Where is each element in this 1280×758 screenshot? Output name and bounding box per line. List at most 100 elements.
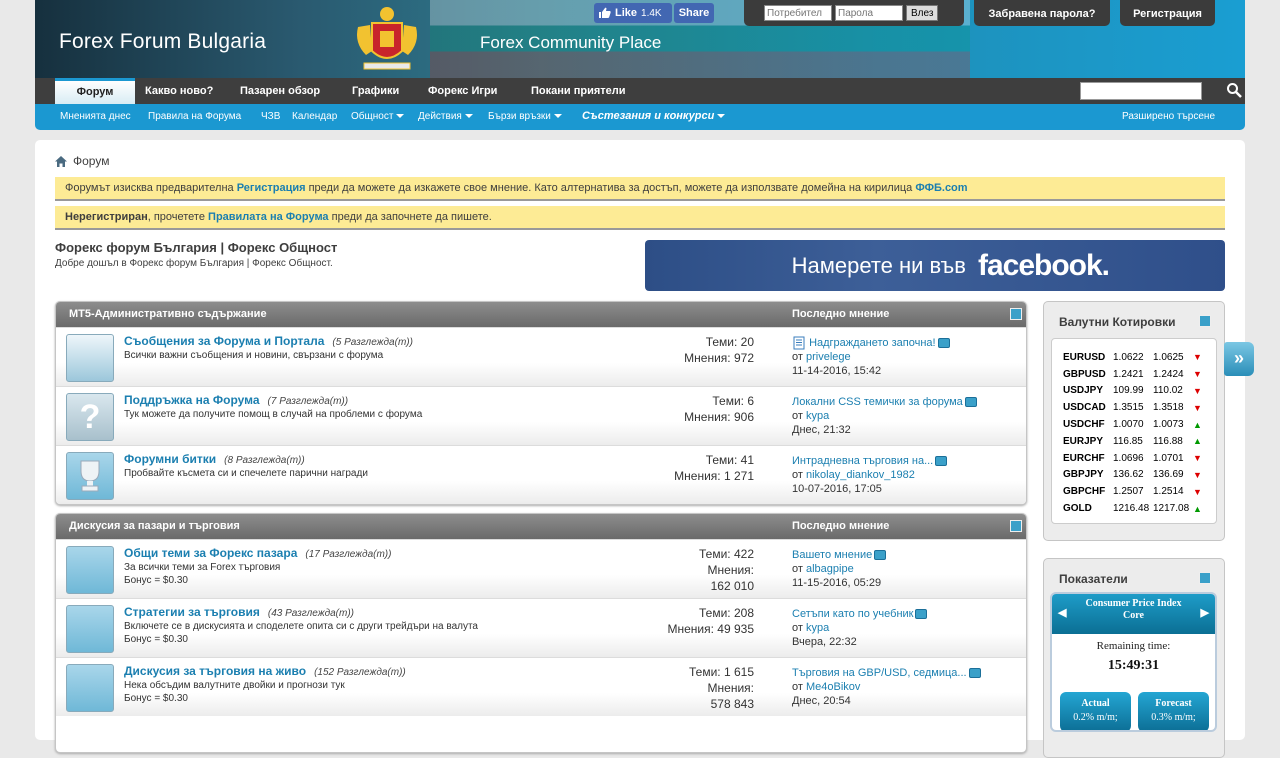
subnav-community[interactable]: Общност [351,111,405,122]
search-input[interactable] [1080,82,1202,100]
forum-title-link[interactable]: Съобщения за Форума и Портала (5 Разглежд… [124,334,413,348]
forgot-password-button[interactable]: Забравена парола? [974,0,1110,26]
tab-market-review[interactable]: Пазарен обзор [240,78,320,104]
subnav-calendar[interactable]: Календар [292,111,337,122]
register-button[interactable]: Регистрация [1120,0,1215,26]
thread-count: Теми: 6 [712,394,754,408]
tab-whats-new[interactable]: Какво ново? [145,78,213,104]
post-count-value: 162 010 [710,579,754,593]
last-post-user[interactable]: albagpipe [806,563,854,575]
quote-ask: 1.3518 [1153,402,1184,414]
last-post-title[interactable]: Интрадневна търговия на... [792,455,933,467]
subnav-faq[interactable]: ЧЗВ [261,111,280,122]
last-post-user[interactable]: kypa [806,622,829,634]
home-icon[interactable] [55,155,67,167]
search-icon[interactable] [1226,82,1242,98]
last-post-title[interactable]: Вашето мнение [792,549,872,561]
forum-title-link[interactable]: Дискусия за търговия на живо (152 Разглеж… [124,664,406,678]
forum-description: Нека обсъдим валутните двойки и прогнози… [124,680,345,691]
go-to-post-icon[interactable] [937,338,950,349]
quote-row: GBPJPY 136.62 136.69 ▼ [1063,467,1210,484]
actual-box[interactable]: Actual 0.2% m/m; [1060,692,1131,730]
last-post-user[interactable]: nikolay_diankov_1982 [806,469,915,481]
collapse-icon[interactable] [1199,315,1211,327]
quote-symbol: GBPUSD [1063,368,1106,380]
forum-title-link[interactable]: Общи теми за Форекс пазара (17 Разглежда(… [124,546,391,560]
quote-row: GBPCHF 1.2507 1.2514 ▼ [1063,483,1210,500]
subnav-label: Календар [292,111,338,122]
fb-like-button[interactable]: Like 1.4K [594,3,672,23]
quote-row: EURCHF 1.0696 1.0701 ▼ [1063,450,1210,467]
subnav-todays-posts[interactable]: Мненията днес [60,111,131,122]
register-link[interactable]: Регистрация [237,182,306,194]
site-subtitle: Forex Community Place [480,33,662,52]
widget-title: Валутни Котировки [1059,315,1176,329]
collapse-icon[interactable] [1199,572,1211,584]
subnav-label: Състезания и конкурси [582,110,715,122]
collapse-icon[interactable] [1010,520,1022,532]
go-to-post-icon[interactable] [964,397,977,408]
last-post-user[interactable]: Me4oBikov [806,681,860,693]
quote-symbol: EURJPY [1063,435,1104,447]
forum-title-link[interactable]: Стратегии за търговия (43 Разглежда(т)) [124,605,354,619]
last-post-title[interactable]: Локални CSS темички за форума [792,396,963,408]
forecast-box[interactable]: Forecast 0.3% m/m; [1138,692,1209,730]
last-post: Вашето мнение от albagpipe 11-15-2016, 0… [792,548,887,590]
indicator-header: ◀ Consumer Price Index Core ▶ [1052,594,1215,634]
subnav-contests[interactable]: Състезания и конкурси [582,110,726,122]
tab-charts[interactable]: Графики [352,78,399,104]
forum-name: Съобщения за Форума и Портала [124,334,325,348]
subnav-actions[interactable]: Действия [418,111,473,122]
tab-forex-games[interactable]: Форекс Игри [428,78,497,104]
go-to-post-icon[interactable] [874,550,887,561]
quote-row: USDCHF 1.0070 1.0073 ▲ [1063,416,1210,433]
breadcrumb-forum[interactable]: Форум [73,154,109,168]
remaining-label: Remaining time: [1096,640,1171,652]
trophy-icon [66,452,114,500]
by-label: от [792,351,806,364]
forum-stats: Теми: 208 Мнения: 49 935 [668,605,755,637]
go-to-post-icon[interactable] [915,609,928,620]
by-label: от [792,410,806,422]
page-title: Форекс форум България | Форекс Общност [55,240,338,255]
last-post-header: Последно мнение [792,520,890,532]
last-post-title[interactable]: Търговия на GBP/USD, седмица... [792,667,967,679]
go-to-post-icon[interactable] [968,668,981,679]
prev-arrow-icon[interactable]: ◀ [1058,606,1066,619]
category-title[interactable]: MT5-Административно съдържание [69,308,267,320]
forum-title-link[interactable]: Поддръжка на Форума (7 Разглежда(т)) [124,393,348,407]
category-title[interactable]: Дискусия за пазари и търговия [69,520,240,532]
login-button[interactable]: Влез [906,5,939,21]
last-post-user[interactable]: privelege [806,351,851,363]
next-arrow-icon[interactable]: ▶ [1201,606,1209,619]
last-post-title[interactable]: Сетъпи като по учебник [792,608,913,620]
advanced-search-link[interactable]: Разширено търсене [1122,111,1215,122]
tab-invite-friends[interactable]: Покани приятели [531,78,626,104]
last-post-user[interactable]: kypa [806,410,829,422]
forum-title-link[interactable]: Форумни битки (8 Разглежда(т)) [124,452,305,466]
fb-share-button[interactable]: Share [674,3,714,23]
arrow-down-icon: ▼ [1193,369,1202,380]
main-content: Форум Форумът изисква предварителна Реги… [35,140,1245,758]
go-to-post-icon[interactable] [935,456,948,467]
notice-unregistered: Нерегистриран [65,211,148,223]
sidebar-toggle-icon[interactable]: » [1224,342,1254,376]
forum-description: Всички важни съобщения и новини, свързан… [124,350,384,361]
facebook-banner[interactable]: Намерете ни във facebook. [645,240,1225,291]
forum-row: Дискусия за търговия на живо (152 Разглеж… [56,657,1026,716]
forum-stats: Теми: 6 Мнения: 906 [684,393,754,425]
quote-ask: 1.0701 [1153,452,1184,464]
username-input[interactable] [764,5,832,21]
site-title[interactable]: Forex Forum Bulgaria [59,30,266,54]
forum-rules-link[interactable]: Правилата на Форума [208,211,329,223]
password-input[interactable] [835,5,903,21]
quote-symbol: USDJPY [1063,385,1104,397]
last-post-header: Последно мнение [792,308,890,320]
collapse-icon[interactable] [1010,308,1022,320]
cyrillic-domain-link[interactable]: ФФБ.com [915,182,967,194]
last-post-title[interactable]: Надграждането започна! [809,337,936,349]
tab-forum[interactable]: Форум [55,78,135,104]
forum-description: Пробвайте късмета си и спечелете парични… [124,468,368,479]
subnav-quick-links[interactable]: Бързи връзки [488,111,562,122]
subnav-forum-rules[interactable]: Правила на Форума [148,111,241,122]
